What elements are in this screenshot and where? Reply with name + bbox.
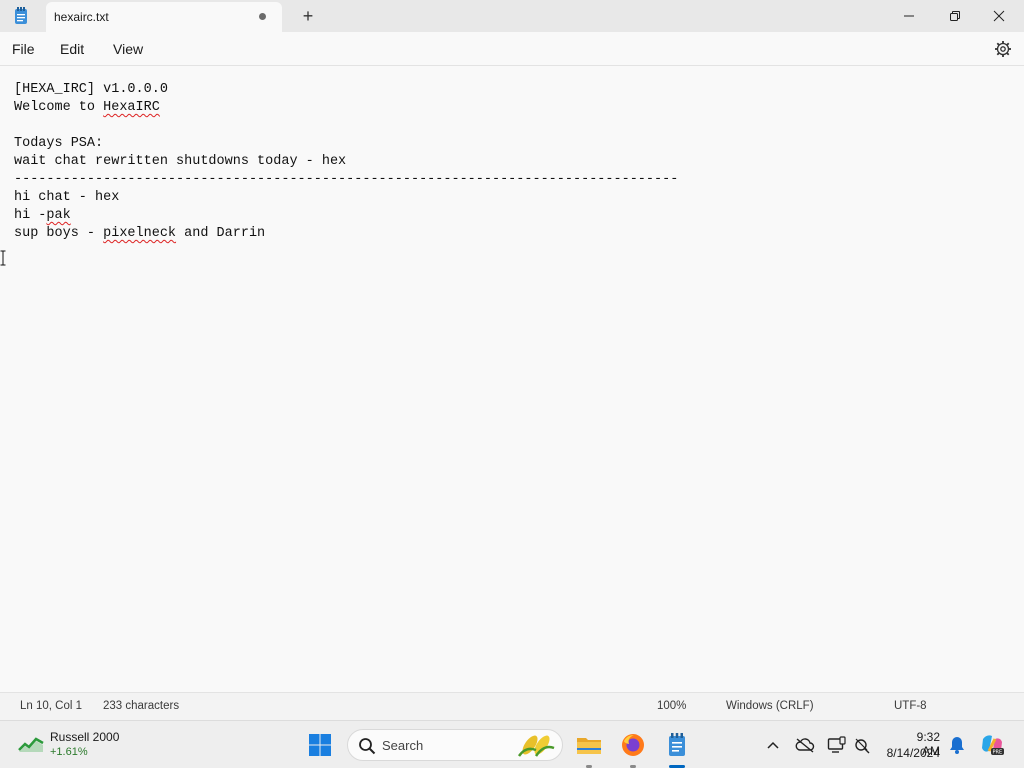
copilot-button[interactable]: PRE bbox=[978, 731, 1006, 759]
unsaved-dot-icon[interactable] bbox=[259, 13, 266, 20]
file-explorer-icon bbox=[577, 738, 601, 754]
zoom-level[interactable]: 100% bbox=[657, 700, 686, 712]
file-explorer-button[interactable] bbox=[575, 731, 603, 759]
editor-line-6: ----------------------------------------… bbox=[14, 172, 679, 187]
tab-hexairc[interactable]: hexairc.txt bbox=[46, 2, 282, 32]
line-9-text-end: and Darrin bbox=[176, 226, 266, 241]
search-label: Search bbox=[382, 738, 424, 753]
editor-line-5: wait chat rewritten shutdowns today - he… bbox=[14, 154, 347, 169]
restore-icon bbox=[950, 11, 960, 21]
start-icon bbox=[309, 734, 331, 756]
show-hidden-icons-button[interactable] bbox=[759, 731, 787, 759]
minimize-button[interactable] bbox=[886, 0, 932, 32]
line-2-text: Welcome to bbox=[14, 100, 104, 115]
title-bar: hexairc.txt + bbox=[0, 0, 1024, 32]
widget-change: +1.61% bbox=[50, 746, 88, 758]
corn-illustration-icon bbox=[517, 735, 555, 757]
editor-line-4: Todays PSA: bbox=[14, 136, 104, 151]
editor-line-9: sup boys - pixelneck and Darrin bbox=[14, 225, 265, 243]
restore-button[interactable] bbox=[932, 0, 978, 32]
editor-line-2: Welcome to HexaIRC bbox=[14, 99, 160, 117]
widget-title[interactable]: Russell 2000 bbox=[50, 730, 119, 744]
clock-date[interactable]: 8/14/2024 bbox=[880, 746, 940, 760]
menu-view[interactable]: View bbox=[113, 41, 143, 57]
menu-bar: File Edit View bbox=[0, 32, 1024, 66]
stock-chart-icon[interactable] bbox=[18, 735, 44, 753]
line-9-text: sup boys - bbox=[14, 226, 104, 241]
editor-line-1: [HEXA_IRC] v1.0.0.0 bbox=[14, 82, 168, 97]
character-count: 233 characters bbox=[103, 700, 180, 712]
misspelled-word[interactable]: HexaIRC bbox=[103, 100, 160, 115]
menu-edit[interactable]: Edit bbox=[60, 41, 84, 57]
status-bar: Ln 10, Col 1 233 characters 100% Windows… bbox=[0, 692, 1024, 720]
cursor-position: Ln 10, Col 1 bbox=[20, 700, 83, 712]
system-status-button[interactable] bbox=[848, 731, 876, 759]
editor-line-7: hi chat - hex bbox=[14, 190, 120, 205]
svg-text:PRE: PRE bbox=[993, 750, 1003, 756]
encoding[interactable]: UTF-8 bbox=[894, 700, 927, 712]
misspelled-word[interactable]: pixelneck bbox=[103, 226, 176, 241]
notifications-button[interactable] bbox=[943, 731, 971, 759]
copilot-icon: PRE bbox=[982, 735, 1004, 756]
search-icon bbox=[359, 738, 376, 755]
status-icon bbox=[855, 738, 870, 754]
text-editor[interactable]: [HEXA_IRC] v1.0.0.0 Welcome to HexaIRC T… bbox=[0, 66, 1024, 692]
misspelled-word[interactable]: pak bbox=[46, 208, 70, 223]
display-icon bbox=[827, 736, 846, 753]
notepad-icon bbox=[669, 733, 685, 756]
line-ending[interactable]: Windows (CRLF) bbox=[726, 700, 814, 712]
notepad-app-icon bbox=[15, 7, 27, 24]
firefox-button[interactable] bbox=[619, 731, 647, 759]
settings-gear-icon[interactable] bbox=[994, 40, 1012, 58]
taskbar: Russell 2000 +1.61% Search 9:32 AM 8/14/… bbox=[0, 720, 1024, 768]
notepad-taskbar-button[interactable] bbox=[663, 731, 691, 759]
text-cursor-icon bbox=[0, 250, 6, 266]
taskbar-search[interactable]: Search bbox=[347, 729, 563, 761]
onedrive-icon bbox=[795, 738, 815, 753]
close-icon bbox=[993, 10, 1005, 22]
close-button[interactable] bbox=[976, 0, 1022, 32]
firefox-icon bbox=[622, 734, 644, 756]
start-button[interactable] bbox=[306, 731, 334, 759]
tab-title: hexairc.txt bbox=[54, 10, 109, 24]
display-button[interactable] bbox=[823, 731, 851, 759]
line-8-text: hi - bbox=[14, 208, 47, 223]
menu-file[interactable]: File bbox=[12, 41, 35, 57]
new-tab-button[interactable]: + bbox=[298, 6, 318, 26]
onedrive-button[interactable] bbox=[791, 731, 819, 759]
bell-icon bbox=[950, 737, 964, 754]
chevron-up-icon bbox=[767, 741, 779, 749]
minimize-icon bbox=[904, 15, 914, 17]
editor-line-8: hi -pak bbox=[14, 207, 71, 225]
